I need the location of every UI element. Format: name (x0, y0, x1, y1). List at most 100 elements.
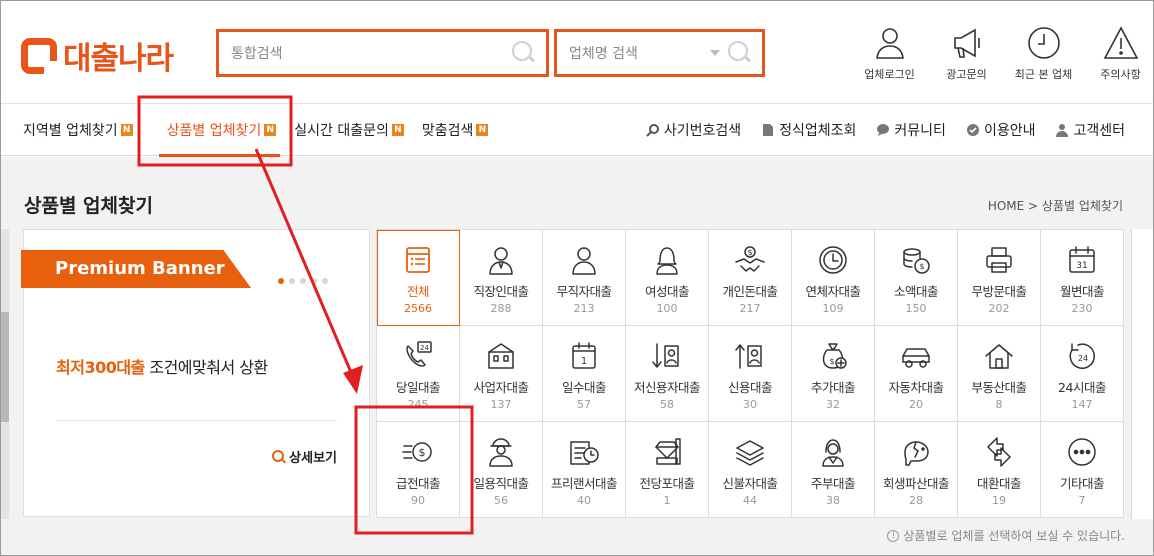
category-item[interactable]: 대환대출 19 (958, 422, 1041, 518)
category-item[interactable]: 프리랜서대출 40 (543, 422, 626, 518)
category-item[interactable]: 전체 2566 (377, 230, 460, 326)
category-item[interactable]: 1 일수대출 57 (543, 326, 626, 422)
category-item[interactable]: 일용직대출 56 (460, 422, 543, 518)
category-item[interactable]: 사업자대출 137 (460, 326, 543, 422)
nav-item-product[interactable]: 상품별 업체찾기 N (158, 104, 280, 157)
total-search-input[interactable]: 통합검색 (216, 29, 549, 77)
breadcrumb[interactable]: HOME > 상품별 업체찾기 (988, 197, 1123, 214)
category-count: 150 (905, 302, 927, 315)
nav-item-fraud-search[interactable]: 사기번호검색 (646, 120, 741, 140)
side-scroll-strip-dark (1, 312, 9, 422)
total-search-placeholder: 통합검색 (231, 46, 283, 62)
site-logo[interactable]: 대출나라 (21, 33, 174, 78)
house-icon (985, 344, 1013, 369)
category-name: 소액대출 (893, 284, 939, 299)
detail-link[interactable]: 상세보기 (272, 447, 337, 466)
caution-button[interactable]: 주의사항 (1082, 25, 1153, 82)
category-name: 대환대출 (976, 476, 1022, 491)
category-item[interactable]: $ 소액대출 150 (875, 230, 958, 326)
person-icon (572, 247, 596, 275)
svg-text:$: $ (829, 357, 834, 366)
category-item[interactable]: $ 추가대출 32 (792, 326, 875, 422)
svg-text:$: $ (747, 248, 752, 257)
premium-banner[interactable]: Premium Banner 최저300대출 조건에맞춰서 상환 상세보기 (21, 229, 370, 517)
category-count: 2566 (404, 302, 432, 315)
category-count: 245 (407, 398, 429, 411)
company-search-input[interactable]: 업체명 검색 (554, 29, 765, 77)
banner-highlight: 최저300대출 (56, 358, 145, 377)
category-item[interactable]: 직장인대출 288 (460, 230, 543, 326)
category-name: 24시대출 (1058, 380, 1106, 395)
category-item[interactable]: 회생파산대출 28 (875, 422, 958, 518)
nav-item-community[interactable]: 커뮤니티 (876, 120, 946, 140)
banner-dot[interactable] (278, 278, 284, 284)
banner-text: 조건에맞춰서 상환 (144, 358, 268, 377)
calendar-icon: 31 (1069, 246, 1095, 273)
recent-companies-label: 최근 본 업체 (1014, 68, 1073, 81)
recent-companies-button[interactable]: 최근 본 업체 (1005, 25, 1082, 82)
category-item[interactable]: 신불자대출 44 (709, 422, 792, 518)
svg-text:24: 24 (420, 344, 429, 352)
nav-item-realtime[interactable]: 실시간 대출문의 N (294, 104, 404, 156)
category-item[interactable]: 저신용자대출 58 (626, 326, 709, 422)
category-item[interactable]: 무직자대출 213 (543, 230, 626, 326)
chevron-down-icon[interactable] (710, 50, 720, 56)
category-name: 부동산대출 (971, 380, 1027, 395)
category-name: 사업자대출 (473, 380, 529, 395)
nav-right: 사기번호검색 정식업체조회 커뮤니티 이용안내 고객센터 (626, 104, 1125, 156)
search-icon[interactable] (728, 41, 752, 65)
nav-item-region[interactable]: 지역별 업체찾기 N (23, 104, 133, 156)
category-name: 프리랜서대출 (550, 476, 618, 491)
category-count: 30 (743, 398, 757, 411)
main-nav: 지역별 업체찾기 N 상품별 업체찾기 N 실시간 대출문의 N 맞춤검색 N … (1, 104, 1153, 157)
category-name: 무직자대출 (556, 284, 612, 299)
category-item[interactable]: 무방문대출 202 (958, 230, 1041, 326)
fast-coin-icon: $ (402, 442, 432, 462)
category-name: 신불자대출 (722, 476, 778, 491)
category-item[interactable]: $ 개인돈대출 217 (709, 230, 792, 326)
category-item[interactable]: 31 월변대출 230 (1041, 230, 1124, 326)
banner-dot[interactable] (322, 278, 328, 284)
category-name: 주부대출 (810, 476, 856, 491)
category-name: 직장인대출 (473, 284, 529, 299)
clock-icon (819, 246, 847, 274)
category-count: 57 (577, 398, 591, 411)
category-item[interactable]: 신용대출 30 (709, 326, 792, 422)
site-header: 대출나라 통합검색 업체명 검색 업체로그인 광고문의 최근 본 업체 주의사항 (1, 1, 1153, 104)
category-item[interactable]: 전당포대출 1 (626, 422, 709, 518)
category-count: 213 (573, 302, 595, 315)
category-name: 자동차대출 (888, 380, 944, 395)
category-item[interactable]: 24 당일대출 245 (377, 326, 460, 422)
category-item[interactable]: 부동산대출 8 (958, 326, 1041, 422)
category-name: 당일대출 (395, 380, 441, 395)
nav-item-guide[interactable]: 이용안내 (966, 120, 1035, 140)
premium-banner-tag: Premium Banner (21, 250, 251, 288)
category-item[interactable]: $ 급전대출 90 (377, 422, 460, 518)
banner-dot[interactable] (311, 278, 317, 284)
nav-item-custom-search[interactable]: 맞춤검색 N (422, 104, 489, 156)
category-item[interactable]: 24 24시대출 147 (1041, 326, 1124, 422)
category-count: 100 (656, 302, 678, 315)
category-item[interactable]: 연체자대출 109 (792, 230, 875, 326)
category-count: 90 (411, 494, 425, 507)
banner-dot[interactable] (300, 278, 306, 284)
banner-dot[interactable] (289, 278, 295, 284)
credit-down-icon (652, 343, 679, 368)
calendar-day-icon: 1 (572, 342, 596, 369)
nav-item-official-lookup[interactable]: 정식업체조회 (761, 120, 856, 140)
search-icon (272, 450, 285, 463)
category-name: 기타대출 (1059, 476, 1105, 491)
category-name: 일용직대출 (473, 476, 529, 491)
category-item[interactable]: 자동차대출 20 (875, 326, 958, 422)
list-icon (406, 247, 430, 273)
search-icon[interactable] (512, 41, 536, 65)
category-count: 38 (826, 494, 840, 507)
nav-item-support[interactable]: 고객센터 (1055, 120, 1125, 140)
category-item[interactable]: 주부대출 38 (792, 422, 875, 518)
ad-inquiry-button[interactable]: 광고문의 (928, 25, 1005, 82)
category-name: 저신용자대출 (633, 380, 701, 395)
login-button[interactable]: 업체로그인 (851, 25, 928, 82)
category-item[interactable]: 기타대출 7 (1041, 422, 1124, 518)
category-item[interactable]: 여성대출 100 (626, 230, 709, 326)
category-name: 추가대출 (810, 380, 856, 395)
